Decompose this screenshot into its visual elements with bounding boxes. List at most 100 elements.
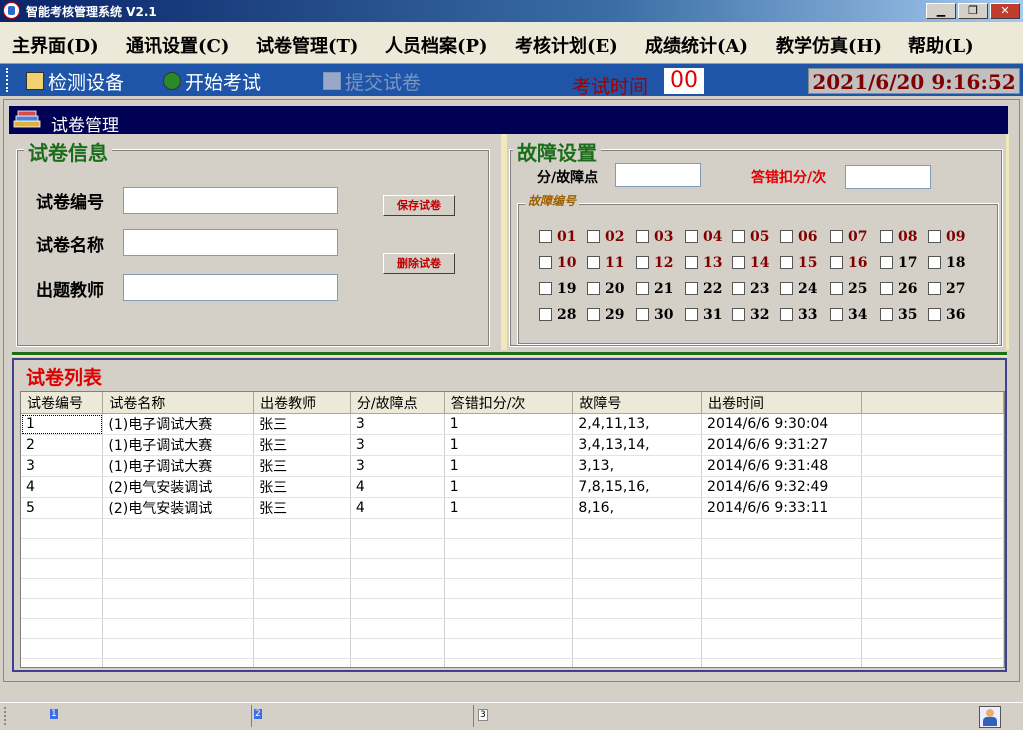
table-row[interactable]: 5 (2)电气安装调试 张三 4 1 8,16, 2014/6/6 9:33:11 xyxy=(21,497,1004,519)
table-row[interactable]: 1 (1)电子调试大赛 张三 3 1 2,4,11,13, 2014/6/6 9:30:04 xyxy=(21,413,1004,435)
table-cell xyxy=(701,578,862,599)
menu-comm-settings[interactable]: 通讯设置(C) xyxy=(126,32,229,58)
submit-paper-button[interactable]: 提交试卷 xyxy=(323,68,421,94)
fault-checkbox-25[interactable] xyxy=(830,282,843,295)
fault-checkbox-23[interactable] xyxy=(732,282,745,295)
fault-checkbox-14[interactable] xyxy=(732,256,745,269)
fault-checkbox-35[interactable] xyxy=(880,308,893,321)
table-row[interactable]: 3 (1)电子调试大赛 张三 3 1 3,13, 2014/6/6 9:31:48 xyxy=(21,455,1004,477)
table-cell xyxy=(253,638,351,659)
fault-checkbox-15[interactable] xyxy=(780,256,793,269)
fault-checkbox-03[interactable] xyxy=(636,230,649,243)
menu-personnel[interactable]: 人员档案(P) xyxy=(385,32,488,58)
status-bar: 1 2 3 xyxy=(0,702,1023,730)
save-paper-button[interactable]: 保存试卷 xyxy=(383,195,455,216)
toolbar-grip[interactable] xyxy=(6,68,10,92)
fault-checkbox-21[interactable] xyxy=(636,282,649,295)
column-header[interactable]: 试卷编号 xyxy=(21,392,104,414)
exam-time-value: 00 xyxy=(664,68,704,94)
table-cell: 2 xyxy=(21,434,104,456)
table-cell xyxy=(572,578,703,599)
fault-checkbox-20[interactable] xyxy=(587,282,600,295)
fault-checkbox-13[interactable] xyxy=(685,256,698,269)
teacher-input[interactable] xyxy=(123,274,338,301)
fault-checkbox-24[interactable] xyxy=(780,282,793,295)
fault-checkbox-36[interactable] xyxy=(928,308,941,321)
table-row[interactable]: 2 (1)电子调试大赛 张三 3 1 3,4,13,14, 2014/6/6 9:31:27 xyxy=(21,434,1004,456)
table-cell xyxy=(102,518,255,539)
penalty-input[interactable] xyxy=(845,165,931,189)
fault-checkbox-33[interactable] xyxy=(780,308,793,321)
fault-checkbox-34[interactable] xyxy=(830,308,843,321)
column-header[interactable]: 出卷时间 xyxy=(701,392,862,414)
column-header[interactable]: 答错扣分/次 xyxy=(444,392,574,414)
fault-checkbox-01[interactable] xyxy=(539,230,552,243)
fault-checkbox-11[interactable] xyxy=(587,256,600,269)
fault-checkbox-02[interactable] xyxy=(587,230,600,243)
menu-help[interactable]: 帮助(L) xyxy=(908,32,974,58)
menu-main[interactable]: 主界面(D) xyxy=(12,32,99,58)
start-exam-button[interactable]: 开始考试 xyxy=(163,68,261,94)
column-header[interactable]: 故障号 xyxy=(572,392,703,414)
column-header[interactable]: 试卷名称 xyxy=(102,392,255,414)
fault-checkbox-22[interactable] xyxy=(685,282,698,295)
close-button[interactable]: ✕ xyxy=(990,3,1020,19)
paper-list-table: 试卷编号 试卷名称 出卷教师 分/故障点 答错扣分/次 故障号 出卷时间 1 (1)电子调试大… xyxy=(21,392,1004,667)
detect-device-button[interactable]: 检测设备 xyxy=(26,68,124,94)
table-row xyxy=(21,658,1004,667)
menu-bar: 主界面(D) 通讯设置(C) 试卷管理(T) 人员档案(P) 考核计划(E) 成… xyxy=(0,22,1023,64)
restore-button[interactable]: ❐ xyxy=(958,3,988,19)
app-icon xyxy=(3,2,20,19)
paper-name-input[interactable] xyxy=(123,229,338,256)
fault-checkbox-28[interactable] xyxy=(539,308,552,321)
table-cell: 1 xyxy=(21,413,104,435)
fault-checkbox-31[interactable] xyxy=(685,308,698,321)
table-cell: 1 xyxy=(444,434,574,456)
fault-label-09: 09 xyxy=(946,229,966,245)
minimize-button[interactable]: ▁ xyxy=(926,3,956,19)
fault-checkbox-07[interactable] xyxy=(830,230,843,243)
table-cell xyxy=(572,598,703,619)
fault-checkbox-29[interactable] xyxy=(587,308,600,321)
table-row[interactable]: 4 (2)电气安装调试 张三 4 1 7,8,15,16, 2014/6/6 9:32:49 xyxy=(21,476,1004,498)
table-cell xyxy=(21,538,104,559)
fault-checkbox-10[interactable] xyxy=(539,256,552,269)
table-cell xyxy=(701,638,862,659)
table-cell: 2014/6/6 9:30:04 xyxy=(701,413,862,435)
table-cell xyxy=(253,558,351,579)
fault-checkbox-26[interactable] xyxy=(880,282,893,295)
menu-exam-plan[interactable]: 考核计划(E) xyxy=(515,32,618,58)
menu-simulation[interactable]: 教学仿真(H) xyxy=(776,32,882,58)
fault-checkbox-30[interactable] xyxy=(636,308,649,321)
fault-checkbox-18[interactable] xyxy=(928,256,941,269)
table-cell xyxy=(21,598,104,619)
fault-label-35: 35 xyxy=(898,307,918,323)
delete-paper-button[interactable]: 删除试卷 xyxy=(383,253,455,274)
column-header[interactable]: 分/故障点 xyxy=(350,392,445,414)
fault-number-frame xyxy=(517,203,999,345)
table-cell: 张三 xyxy=(253,455,351,477)
menu-paper-management[interactable]: 试卷管理(T) xyxy=(256,32,358,58)
paper-id-input[interactable] xyxy=(123,187,338,214)
points-per-fault-input[interactable] xyxy=(615,163,701,187)
fault-label-33: 33 xyxy=(798,307,818,323)
table-cell xyxy=(861,497,1004,519)
table-cell: 3,4,13,14, xyxy=(572,434,703,456)
fault-checkbox-09[interactable] xyxy=(928,230,941,243)
menu-score-stats[interactable]: 成绩统计(A) xyxy=(645,32,748,58)
fault-checkbox-19[interactable] xyxy=(539,282,552,295)
column-header[interactable]: 出卷教师 xyxy=(253,392,351,414)
fault-checkbox-06[interactable] xyxy=(780,230,793,243)
user-icon[interactable] xyxy=(979,706,1001,728)
fault-checkbox-16[interactable] xyxy=(830,256,843,269)
fault-checkbox-08[interactable] xyxy=(880,230,893,243)
table-cell xyxy=(861,658,1004,667)
fault-checkbox-04[interactable] xyxy=(685,230,698,243)
fault-checkbox-32[interactable] xyxy=(732,308,745,321)
paper-list-table-container[interactable]: 试卷编号 试卷名称 出卷教师 分/故障点 答错扣分/次 故障号 出卷时间 1 (1)电子调试大… xyxy=(20,391,1005,668)
fault-checkbox-27[interactable] xyxy=(928,282,941,295)
fault-checkbox-05[interactable] xyxy=(732,230,745,243)
fault-checkbox-17[interactable] xyxy=(880,256,893,269)
fault-checkbox-12[interactable] xyxy=(636,256,649,269)
paper-id-label: 试卷编号 xyxy=(36,193,104,213)
